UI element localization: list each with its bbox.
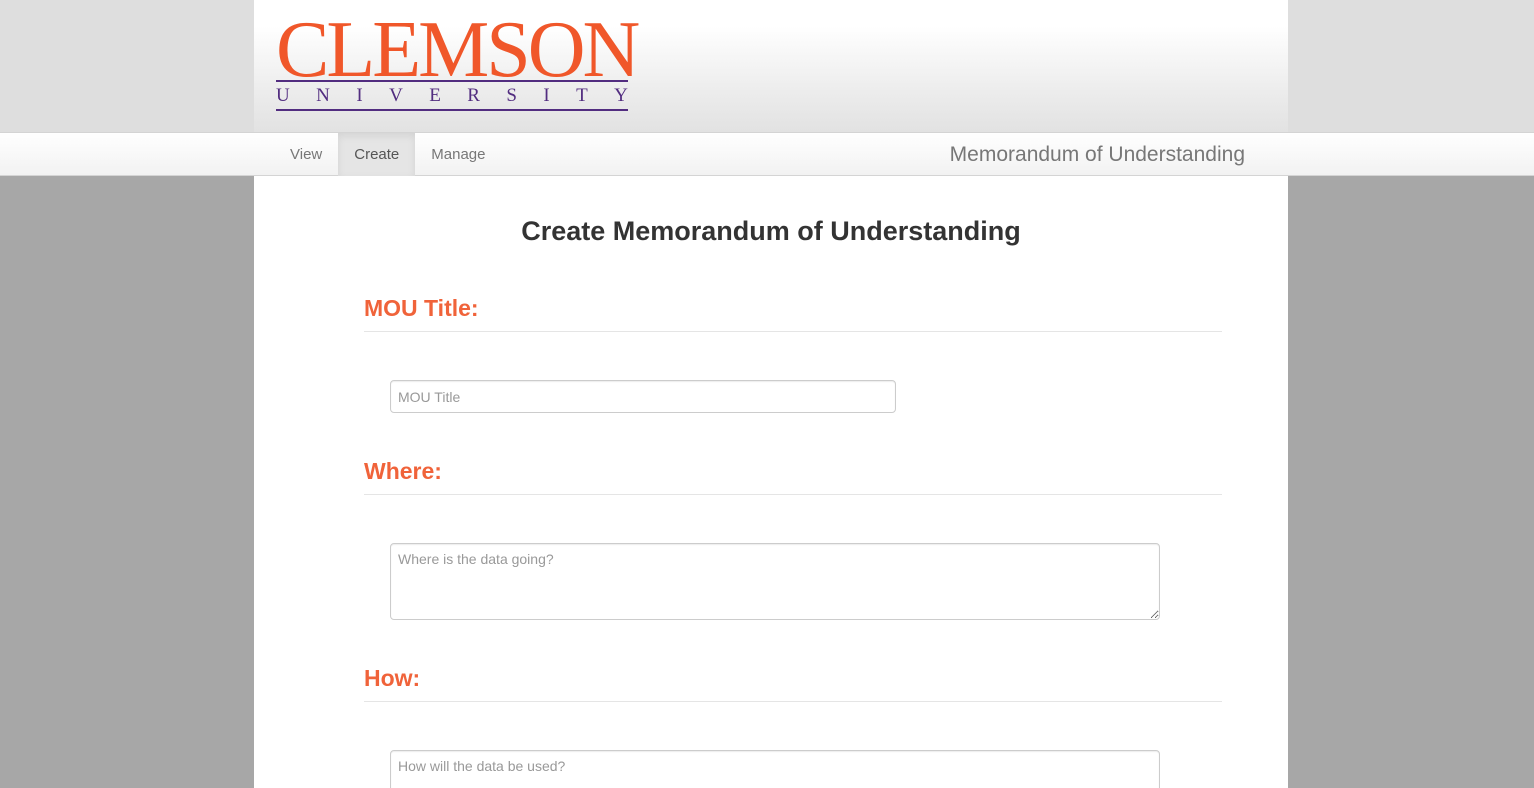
logo-subtitle: U N I V E R S I T Y: [276, 85, 628, 107]
main-content: Create Memorandum of Understanding MOU T…: [254, 176, 1288, 788]
nav-item-manage[interactable]: Manage: [415, 133, 501, 176]
nav-list: View Create Manage: [274, 133, 502, 176]
logo-letter: U: [276, 85, 290, 106]
logo-letter: I: [543, 85, 550, 106]
header: [0, 0, 1534, 132]
logo-letter: Y: [614, 85, 628, 106]
mou-title-input[interactable]: [390, 380, 896, 413]
section-heading-where: Where:: [364, 457, 1222, 495]
nav-item-view[interactable]: View: [274, 133, 338, 176]
section-how: How:: [364, 664, 1222, 788]
logo-rule-top: [276, 80, 628, 82]
section-heading-how: How:: [364, 664, 1222, 702]
logo-rule-bottom: [276, 109, 628, 111]
logo-letter: R: [467, 85, 480, 106]
logo-letter: S: [506, 85, 517, 106]
logo-letter: V: [389, 85, 403, 106]
section-mou-title: MOU Title:: [364, 294, 1222, 413]
how-textarea[interactable]: [390, 750, 1160, 788]
page-title: Create Memorandum of Understanding: [521, 216, 1021, 246]
nav-item-create[interactable]: Create: [338, 133, 416, 176]
logo-letter: E: [429, 85, 441, 106]
section-where: Where:: [364, 457, 1222, 620]
page: CLEMSON U N I V E R S I T Y View Create …: [0, 0, 1534, 788]
section-heading-mou-title: MOU Title:: [364, 294, 1222, 332]
logo-wordmark: CLEMSON: [276, 6, 640, 94]
navbar: View Create Manage Memorandum of Underst…: [0, 132, 1534, 176]
navbar-brand[interactable]: Memorandum of Understanding: [950, 133, 1245, 176]
clemson-logo[interactable]: CLEMSON U N I V E R S I T Y: [276, 10, 640, 114]
logo-letter: T: [576, 85, 588, 106]
logo-letter: I: [356, 85, 363, 106]
where-textarea[interactable]: [390, 543, 1160, 620]
logo-letter: N: [316, 85, 330, 106]
